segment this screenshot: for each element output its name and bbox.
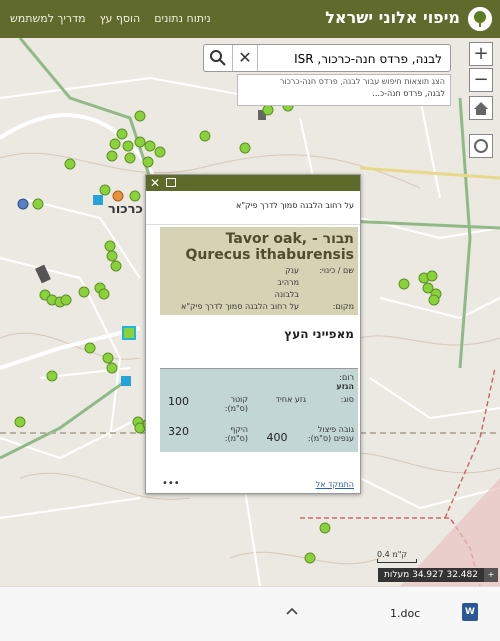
map-view[interactable]: כרכור ✕ הצג תוצאות חיפוש עבור לבנה, פרדס… — [0, 38, 500, 586]
app-header: מיפוי אלוני ישראל ניתוח נתונים הוסף עץ מ… — [0, 0, 500, 38]
top-nav: ניתוח נתונים הוסף עץ מדריך למשתמש — [10, 12, 211, 25]
coordinates-readout: 32.482 34.927 מעלות — [378, 568, 484, 582]
plus-icon: + — [473, 43, 489, 64]
home-icon — [474, 102, 488, 115]
clear-search-button[interactable]: ✕ — [232, 45, 258, 71]
nav-link-add-tree[interactable]: הוסף עץ — [100, 12, 141, 25]
close-icon: ✕ — [238, 48, 252, 67]
suggest-hint[interactable]: הצג תוצאות חיפוש עבור לבנה, פרדס חנה-כרכ… — [243, 77, 445, 86]
popup-footer: ••• התמקד אל — [146, 479, 360, 493]
download-file-name[interactable]: 1.doc — [390, 607, 420, 620]
tree-identity-section: תבור - Tavor oak, Qurecus ithaburensis ש… — [160, 227, 358, 315]
features-grid: סוג: גזע אחיד קוטר (ס"מ): 100 גובה פיצול… — [164, 395, 354, 444]
scale-label: 0.4 ק"מ — [377, 550, 408, 559]
type-value: גזע אחיד — [275, 395, 306, 404]
popup-titlebar: ✕ — [146, 175, 360, 191]
nav-link-data-analysis[interactable]: ניתוח נתונים — [154, 12, 211, 25]
locate-button[interactable] — [469, 134, 493, 158]
circumference-value: 320 — [168, 425, 189, 438]
diameter-label: קוטר (ס"מ): — [224, 395, 248, 413]
name-label: שם / כינוי: — [319, 266, 354, 275]
download-bar: 1.doc W — [0, 586, 500, 641]
popup-location-title: על רחוב הלבנה סמוך לדרך פיק"א — [146, 191, 360, 225]
name-value-2: מרהיב — [277, 278, 299, 287]
suggest-item[interactable]: לבנה, פרדס חנה-כ... — [243, 89, 445, 98]
nav-link-user-guide[interactable]: מדריך למשתמש — [10, 12, 86, 25]
place-value: על רחוב הלבנה סמוך לדרך פיק"א — [181, 302, 299, 311]
features-title: מאפייני העץ — [160, 315, 358, 369]
app-title: מיפוי אלוני ישראל — [325, 8, 460, 27]
zoom-to-link[interactable]: התמקד אל — [316, 480, 354, 489]
search-suggestions: הצג תוצאות חיפוש עבור לבנה, פרדס חנה-כרכ… — [237, 74, 451, 106]
maximize-popup-icon[interactable] — [166, 178, 176, 187]
minus-icon: − — [473, 69, 489, 90]
chevron-up-icon[interactable] — [284, 603, 300, 619]
search-button[interactable] — [204, 45, 232, 71]
branch-height-label: גובה פיצול ענפים (ס"מ): — [307, 425, 354, 443]
map-label-karkur: כרכור — [108, 202, 143, 217]
zoom-out-button[interactable]: − — [469, 68, 493, 92]
height-label: רום: — [339, 373, 354, 382]
word-doc-icon[interactable]: W — [462, 603, 478, 621]
home-button[interactable] — [469, 96, 493, 120]
tree-popup: ✕ על רחוב הלבנה סמוך לדרך פיק"א תבור - T… — [145, 174, 361, 494]
zoom-in-button[interactable]: + — [469, 42, 493, 66]
search-icon — [210, 50, 226, 66]
search-box: ✕ — [203, 44, 451, 72]
search-input[interactable] — [252, 49, 442, 69]
more-options-icon[interactable]: ••• — [162, 479, 180, 489]
name-value-1: ענק — [285, 266, 299, 275]
tree-title: תבור - Tavor oak, Qurecus ithaburensis — [185, 231, 354, 263]
diameter-value: 100 — [168, 395, 189, 408]
type-label: סוג: — [340, 395, 354, 404]
name-value-3: בלבונה — [274, 290, 299, 299]
trunk-label: הגזע — [336, 382, 354, 391]
locate-icon — [474, 139, 488, 153]
circumference-label: היקף (ס"מ): — [224, 425, 248, 443]
place-label: מקום: — [332, 302, 354, 311]
tree-features-section: רום: הגזע סוג: גזע אחיד קוטר (ס"מ): 100 … — [160, 369, 358, 452]
branch-height-value: 400 — [266, 431, 288, 444]
close-popup-icon[interactable]: ✕ — [150, 175, 160, 191]
coords-toggle-button[interactable]: + — [484, 568, 498, 582]
scale-bar: 0.4 ק"מ — [377, 550, 417, 563]
tree-logo-icon[interactable] — [468, 7, 492, 31]
popup-content[interactable]: תבור - Tavor oak, Qurecus ithaburensis ש… — [160, 227, 358, 479]
